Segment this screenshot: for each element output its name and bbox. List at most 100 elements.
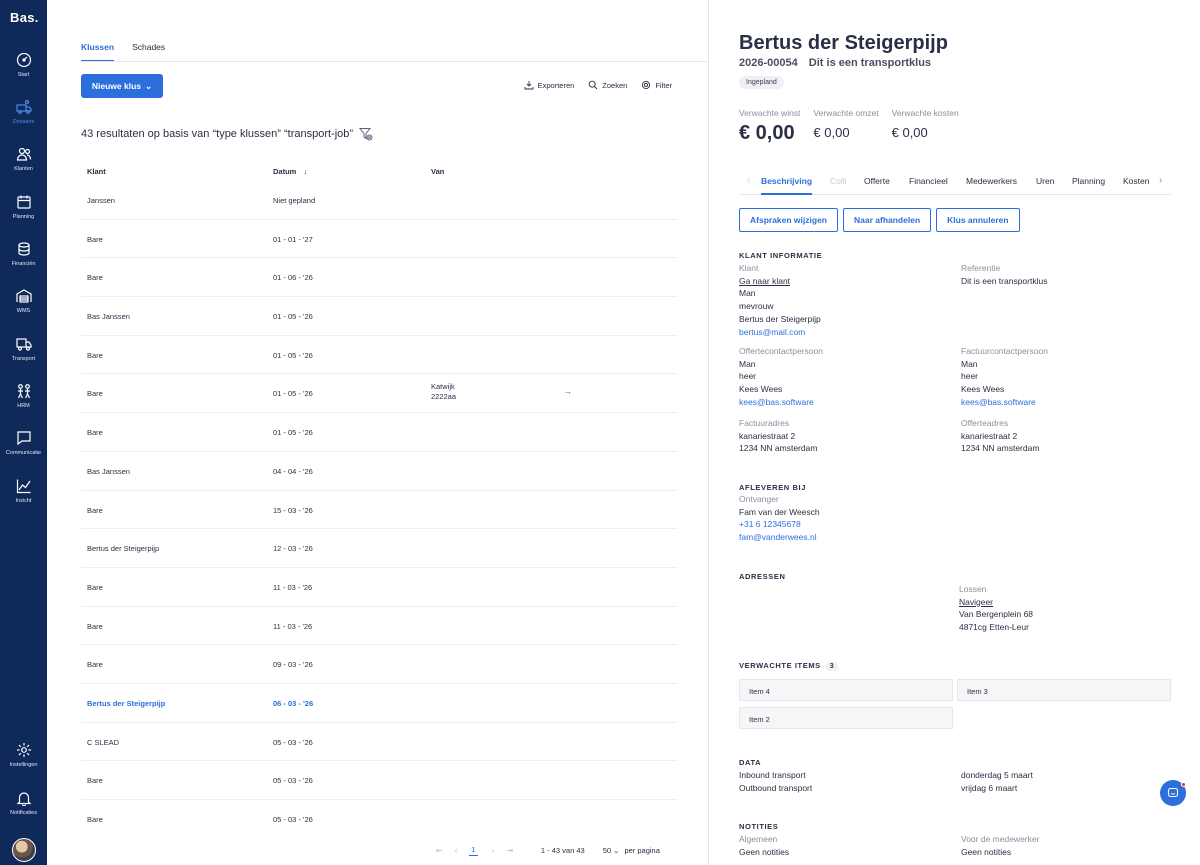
tab-colli[interactable]: Colli [830,176,847,186]
last-page-icon[interactable]: ⇥ [506,846,513,855]
table-row[interactable]: Janssen Niet gepland [81,181,677,220]
quote-contact-email-link[interactable]: kees@bas.software [739,396,823,409]
table-row[interactable]: Bas Janssen 01 - 05 - '26 [81,297,677,336]
sidebar-item-label: Dossiers [12,119,35,125]
section-data: DATA [739,758,762,767]
chevron-right-icon[interactable]: › [1159,175,1162,186]
tab-offerte[interactable]: Offerte [864,176,890,186]
change-appointments-button[interactable]: Afspraken wijzigen [739,208,838,232]
tab-uren[interactable]: Uren [1036,176,1054,186]
filter-label: Filter [655,80,672,90]
table-row[interactable]: Bare 01 - 05 - '26 [81,336,677,375]
new-job-button[interactable]: Nieuwe klus ⌄ [81,74,163,98]
table-row[interactable]: Bare 01 - 05 - '26 [81,413,677,452]
sidebar-item-planning[interactable]: Planning [0,194,47,234]
recipient-name: Fam van der Weesch [739,506,820,517]
table-row[interactable]: Bare 05 - 03 - '26 [81,761,677,800]
cancel-job-button[interactable]: Klus annuleren [936,208,1020,232]
invoice-address-block: Factuuradres kanariestraat 2 1234 NN ams… [739,417,817,455]
table-row[interactable]: Bare 01 - 01 - '27 [81,220,677,259]
column-header-klant[interactable]: Klant [87,167,106,176]
customer-gender: Man [739,288,756,299]
cell-klant: Bare [87,428,103,438]
table-row[interactable]: Bertus der Steigerpijp 12 - 03 - '26 [81,529,677,568]
to-handle-button[interactable]: Naar afhandelen [843,208,932,232]
recipient-email-link[interactable]: fam@vanderwees.nl [739,531,820,544]
field-label: Klant [739,263,759,273]
tab-financieel[interactable]: Financieel [909,176,948,186]
customer-email-link[interactable]: bertus@mail.com [739,326,821,339]
column-header-datum[interactable]: Datum ↓ [273,167,307,176]
quote-address-city: 1234 NN amsterdam [961,443,1040,454]
column-header-van[interactable]: Van [431,167,444,176]
search-button[interactable]: Zoeken [588,80,627,90]
page-number[interactable]: 1 [469,845,478,856]
sidebar-item-hrm[interactable]: HRM [0,383,47,423]
navigate-link[interactable]: Navigeer [959,596,1033,609]
field-label: Referentie [961,263,1001,273]
sidebar-item-dossiers[interactable]: Dossiers [0,99,47,139]
table-row[interactable]: Bertus der Steigerpijp 06 - 03 - '26 [81,684,677,723]
item-card[interactable]: Item 2 [739,707,953,729]
go-to-customer-link[interactable]: Ga naar klant [739,275,821,288]
table-row[interactable]: Bas Janssen 04 - 04 - '26 [81,452,677,491]
unload-city: 4871cg Etten-Leur [959,622,1029,633]
transport-labels: Inbound transport Outbound transport [739,769,812,794]
next-page-icon[interactable]: › [492,846,495,855]
first-page-icon[interactable]: ⇤ [436,846,443,855]
tab-planning[interactable]: Planning [1072,176,1105,186]
metric-value: € 0,00 [891,125,928,140]
recipient-phone-link[interactable]: +31 6 12345678 [739,518,820,531]
invoice-contact-salutation: heer [961,371,979,382]
tab-kosten[interactable]: Kosten [1123,176,1149,186]
metric-kosten: Verwachte kosten € 0,00 [892,108,959,145]
filter-clear-icon[interactable] [359,127,373,141]
export-button[interactable]: Exporteren [524,80,574,90]
cell-klant: Bare [87,350,103,360]
cell-datum: 11 - 03 - '26 [273,621,313,631]
sidebar-item-instellingen[interactable]: Instellingen [0,742,47,782]
cell-klant: Bare [87,621,103,631]
outbound-value: vrijdag 6 maart [961,782,1018,793]
table-row[interactable]: Bare 01 - 05 - '26 Katwijk 2222aa → [81,374,677,414]
prev-page-icon[interactable]: ‹ [455,846,458,855]
action-buttons: Afspraken wijzigen Naar afhandelen Klus … [739,208,1020,232]
chat-launcher-button[interactable] [1160,780,1186,806]
sidebar-item-communicatie[interactable]: Communicatie [0,430,47,470]
invoice-contact-email-link[interactable]: kees@bas.software [961,396,1048,409]
sidebar-item-klanten[interactable]: Klanten [0,146,47,186]
notes-employee-block: Voor de medewerker Geen notities [961,833,1039,858]
sidebar-item-start[interactable]: Start [0,52,47,92]
item-card[interactable]: Item 4 [739,679,953,701]
avatar[interactable] [12,838,36,862]
item-card[interactable]: Item 3 [957,679,1171,701]
table-row[interactable]: Bare 05 - 03 - '26 [81,800,677,839]
sidebar-item-inzicht[interactable]: Inzicht [0,478,47,518]
tab-klussen[interactable]: Klussen [81,42,115,62]
sidebar-item-notificaties[interactable]: Notificaties [0,790,47,830]
table-row[interactable]: Bare 15 - 03 - '26 [81,491,677,530]
people-icon [17,384,30,399]
cell-klant: Bare [87,776,103,786]
chevron-left-icon[interactable]: ‹ [747,175,750,186]
cell-klant: Janssen [87,196,115,205]
customer-block: Klant Ga naar klant Man mevrouw Bertus d… [739,262,821,338]
table-row[interactable]: Bare 09 - 03 - '26 [81,645,677,684]
table-row[interactable]: Bare 11 - 03 - '26 [81,568,677,607]
table-row[interactable]: C SLEAD 05 - 03 - '26 [81,723,677,762]
sidebar-item-transport[interactable]: Transport [0,336,47,376]
sidebar-item-wms[interactable]: WMS [0,288,47,328]
app-logo[interactable]: Bas. [10,10,39,25]
section-verwachte-items-label: VERWACHTE ITEMS [739,661,821,670]
sidebar-item-financien[interactable]: Financiën [0,241,47,281]
table-row[interactable]: Bare 11 - 03 - '26 [81,607,677,646]
tab-medewerkers[interactable]: Medewerkers [966,176,1017,186]
per-page-select[interactable]: 50 ⌄ [603,846,620,855]
field-label: Offertecontactpersoon [739,346,823,356]
tab-schades[interactable]: Schades [132,42,165,62]
inbound-value: donderdag 5 maart [961,770,1033,780]
filter-button[interactable]: Filter [641,80,672,90]
tab-beschrijving[interactable]: Beschrijving [761,176,813,195]
results-text: 43 resultaten op basis van “type klussen… [81,128,354,140]
table-row[interactable]: Bare 01 - 06 - '26 [81,258,677,298]
